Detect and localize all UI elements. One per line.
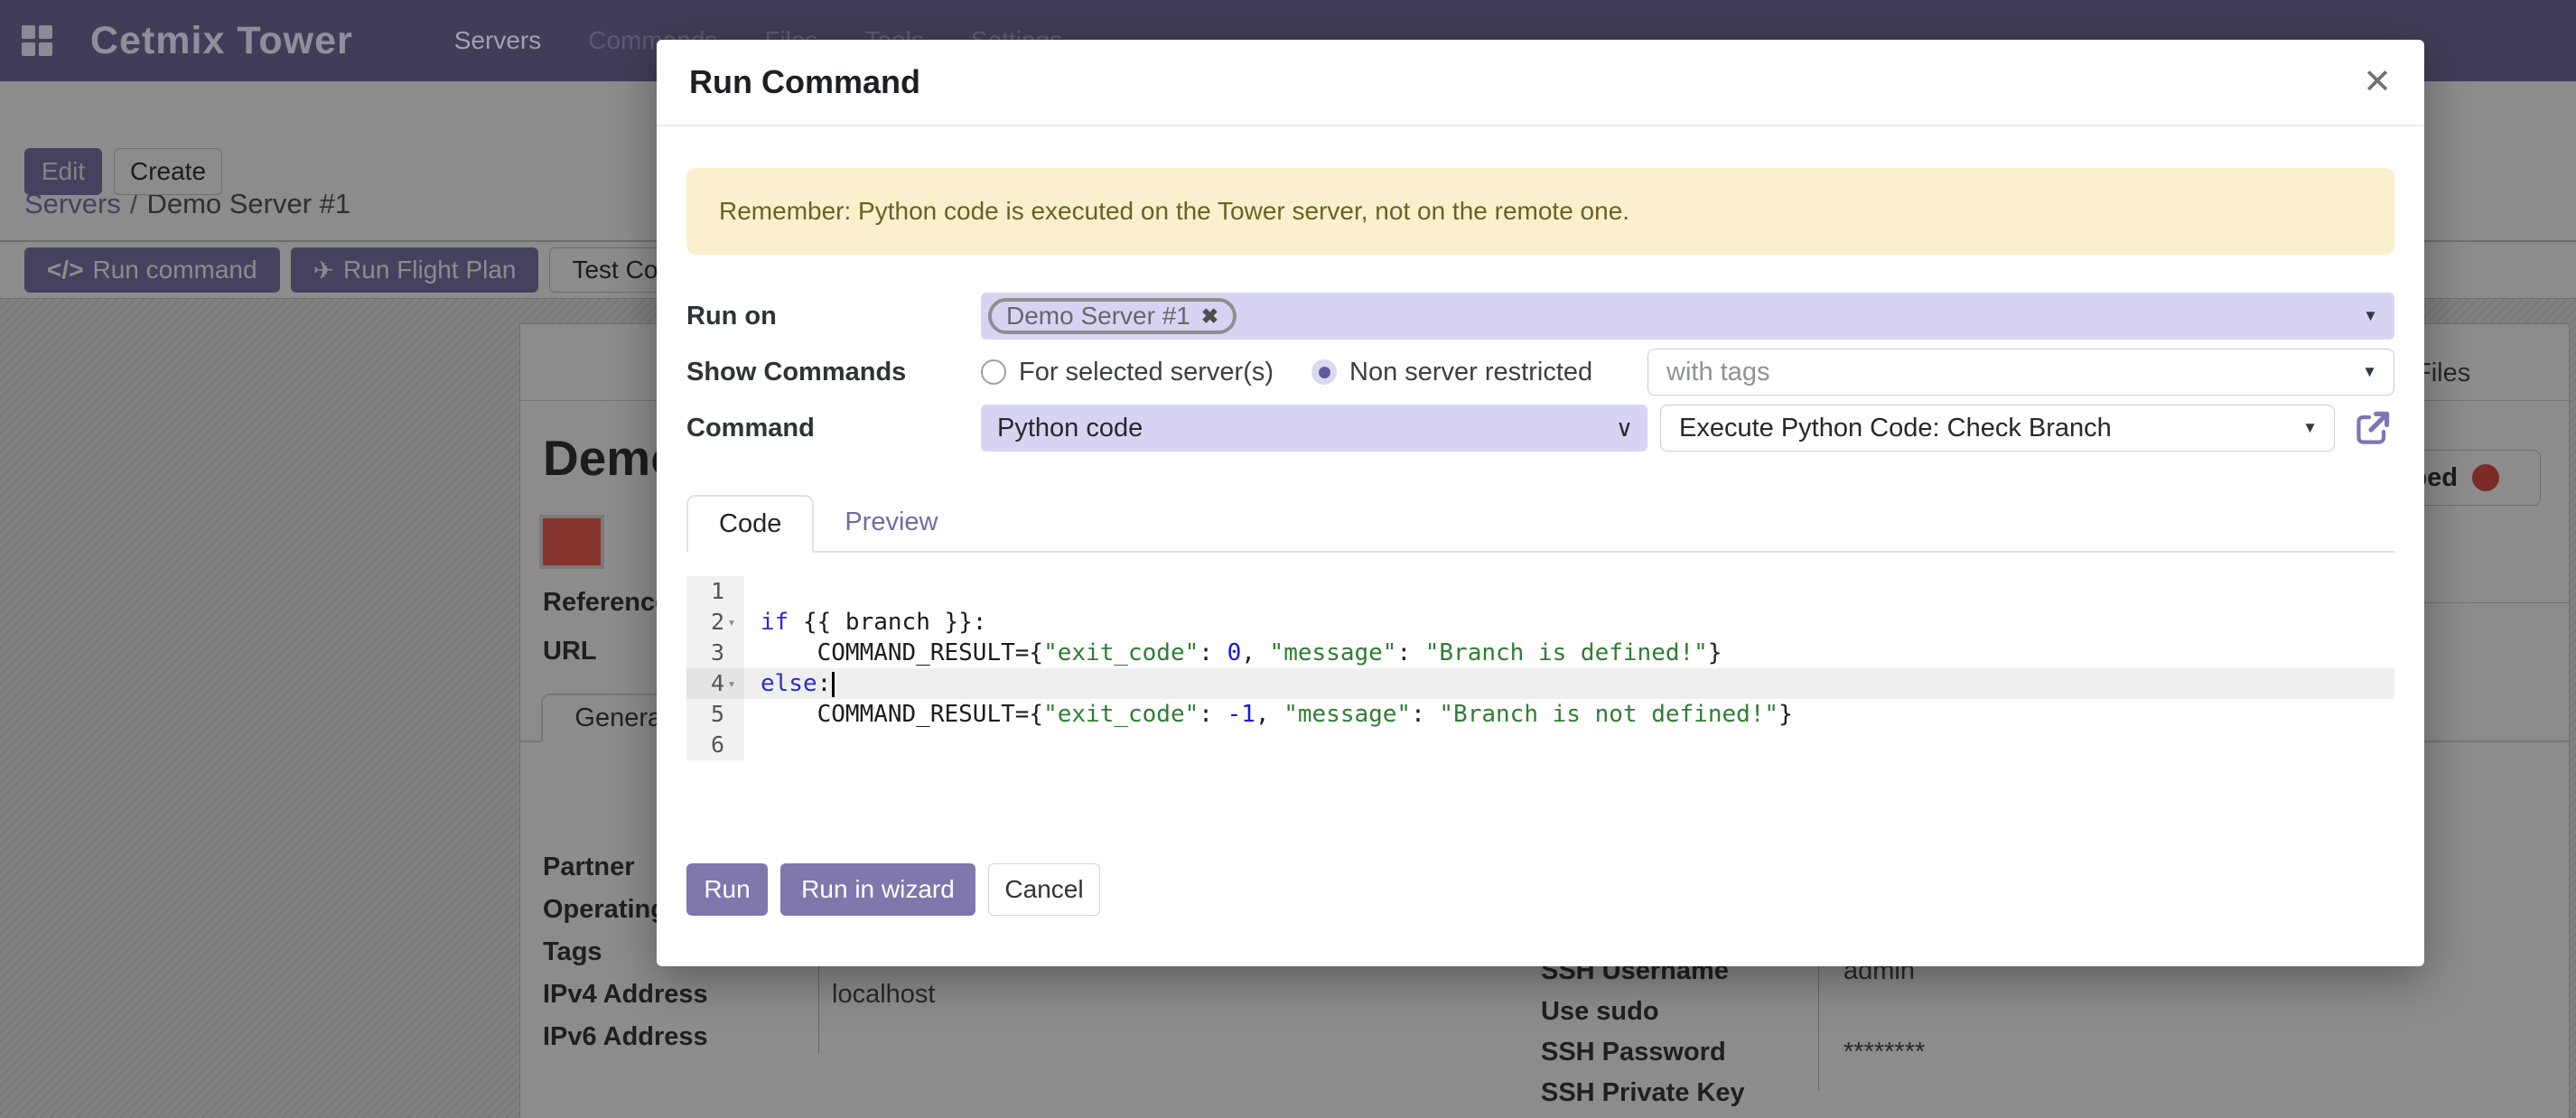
command-type-select[interactable]: Python code ∨ (981, 405, 1647, 452)
gutter-line-number: 4▾ (686, 668, 744, 699)
gutter-line-number: 3 (686, 638, 744, 668)
brand-logo[interactable]: Cetmix Tower (90, 19, 353, 63)
fold-icon[interactable]: ▾ (724, 668, 739, 699)
radio-checked-icon (1311, 359, 1337, 385)
run-on-label: Run on (686, 302, 981, 331)
editor-line-6[interactable]: 6 (686, 730, 2394, 760)
modal-body: Remember: Python code is executed on the… (657, 168, 2424, 916)
fold-icon[interactable]: ▾ (724, 607, 739, 638)
caret-down-icon: ▼ (2362, 363, 2377, 381)
code-text: COMMAND_RESULT={"exit_code": 0, "message… (744, 638, 2394, 668)
external-link-icon[interactable] (2351, 406, 2394, 450)
show-commands-radios: For selected server(s) Non server restri… (981, 358, 1647, 387)
run-command-modal: Run Command ✕ Remember: Python code is e… (657, 40, 2424, 966)
modal-tabs: Code Preview (686, 495, 2394, 553)
tag-remove-icon[interactable]: ✖ (1201, 304, 1218, 329)
text-cursor (832, 672, 835, 697)
code-text (744, 576, 2394, 607)
warning-alert: Remember: Python code is executed on the… (686, 168, 2394, 255)
run-on-row: Run on Demo Server #1 ✖ ▼ (686, 293, 2394, 340)
editor-line-1[interactable]: 1 (686, 576, 2394, 607)
server-tag: Demo Server #1 ✖ (988, 298, 1237, 334)
command-row: Command Python code ∨ Execute Python Cod… (686, 405, 2394, 452)
show-commands-label: Show Commands (686, 358, 981, 387)
editor-line-5[interactable]: 5 COMMAND_RESULT={"exit_code": -1, "mess… (686, 699, 2394, 730)
editor-line-4[interactable]: 4▾else: (686, 668, 2394, 699)
radio-for-selected-servers[interactable]: For selected server(s) (981, 358, 1274, 387)
run-on-select[interactable]: Demo Server #1 ✖ ▼ (981, 293, 2394, 340)
tab-code[interactable]: Code (686, 495, 814, 553)
run-command-form: Run on Demo Server #1 ✖ ▼ Show Commands … (686, 293, 2394, 452)
command-label: Command (686, 414, 981, 443)
close-icon[interactable]: ✕ (2363, 65, 2392, 99)
code-text: COMMAND_RESULT={"exit_code": -1, "messag… (744, 699, 2394, 730)
code-text (744, 730, 2394, 760)
code-text: else: (744, 668, 2394, 699)
command-select[interactable]: Execute Python Code: Check Branch ▼ (1660, 405, 2335, 452)
modal-title: Run Command (689, 63, 920, 101)
tab-preview[interactable]: Preview (814, 493, 968, 551)
nav-item-servers[interactable]: Servers (454, 26, 541, 55)
modal-footer: Run Run in wizard Cancel (686, 863, 2394, 916)
gutter-line-number: 5 (686, 699, 744, 730)
run-in-wizard-button[interactable]: Run in wizard (780, 863, 975, 916)
modal-header: Run Command ✕ (657, 40, 2424, 126)
radio-unchecked-icon (981, 359, 1006, 385)
with-tags-select[interactable]: with tags ▼ (1647, 349, 2394, 396)
editor-line-2[interactable]: 2▾if {{ branch }}: (686, 607, 2394, 638)
code-text: if {{ branch }}: (744, 607, 2394, 638)
code-editor[interactable]: 12▾if {{ branch }}:3 COMMAND_RESULT={"ex… (686, 576, 2394, 760)
apps-menu-icon[interactable] (22, 25, 52, 56)
gutter-line-number: 6 (686, 730, 744, 760)
run-button[interactable]: Run (686, 863, 768, 916)
show-commands-row: Show Commands For selected server(s) Non… (686, 349, 2394, 396)
radio-non-server-restricted[interactable]: Non server restricted (1311, 358, 1592, 387)
caret-down-icon: ▼ (2302, 419, 2318, 437)
chevron-down-icon: ∨ (1616, 415, 1633, 443)
gutter-line-number: 2▾ (686, 607, 744, 638)
editor-line-3[interactable]: 3 COMMAND_RESULT={"exit_code": 0, "messa… (686, 638, 2394, 668)
gutter-line-number: 1 (686, 576, 744, 607)
cancel-button[interactable]: Cancel (988, 863, 1100, 916)
caret-down-icon: ▼ (2363, 307, 2378, 325)
